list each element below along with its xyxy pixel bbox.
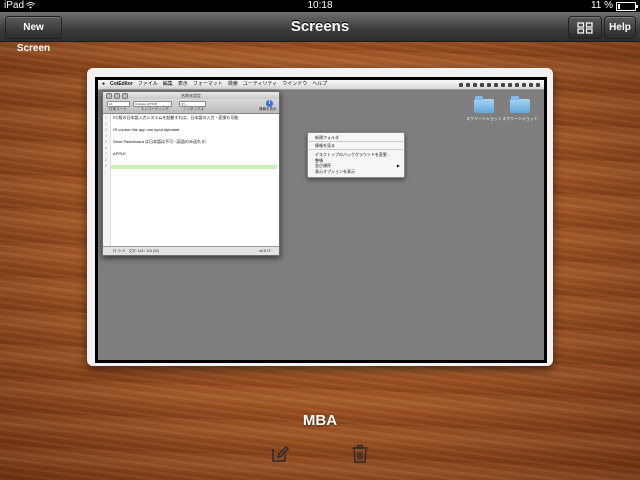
page-title: Screens	[290, 18, 350, 35]
line-number: 5	[105, 140, 107, 144]
help-button[interactable]: Help	[604, 16, 636, 39]
line-number: 3	[105, 128, 107, 132]
status-icon	[473, 82, 477, 87]
trash-icon[interactable]	[350, 444, 370, 464]
line-number: 8	[105, 158, 107, 162]
status-icon	[508, 82, 512, 87]
line-number: 2	[105, 122, 107, 126]
info-icon: i	[266, 100, 273, 107]
screen-thumbnail[interactable]: ● CotEditor ファイル 編集 表示 フォーマット 検索 ユーティリティ…	[87, 68, 553, 366]
menubar-item: 編集	[162, 81, 173, 87]
menubar-item: フォーマット	[192, 81, 223, 87]
remote-desktop: ● CotEditor ファイル 編集 表示 フォーマット 検索 ユーティリティ…	[95, 77, 547, 363]
editor-encoding: utf-8 LF	[258, 249, 271, 253]
line-number: 4	[105, 134, 107, 138]
status-icon	[515, 82, 519, 87]
line-number: 1	[105, 116, 107, 120]
status-icon	[494, 82, 498, 87]
submenu-arrow-icon: ▶	[396, 163, 400, 168]
editor-toolbar: LF Unicode (UTF-8) なし 行末コード エンコーディング シンタ…	[103, 99, 279, 114]
menubar-app-name: CotEditor	[110, 81, 133, 87]
battery-text: 11 %	[590, 0, 613, 11]
editor-position: 行: 9 / 9 文字: 118 / 118 (34)	[113, 249, 159, 253]
folder-icon	[474, 96, 494, 113]
editor-titlebar: 名称未設定	[103, 92, 279, 99]
text-line: APPLE	[113, 151, 126, 156]
menu-divider	[309, 141, 403, 142]
battery-icon	[616, 1, 638, 11]
status-icon	[466, 82, 470, 87]
mac-menubar: ● CotEditor ファイル 編集 表示 フォーマット 検索 ユーティリティ…	[98, 80, 544, 90]
current-line-highlight	[111, 165, 277, 169]
line-gutter: 1 2 3 4 5 6 7 8 9	[103, 114, 111, 246]
line-number: 7	[105, 152, 107, 156]
status-icon	[536, 82, 540, 87]
nav-bar: New Screen Screens Help	[0, 12, 640, 54]
folder-label: スクリーンショット	[466, 116, 502, 121]
screen-name: MBA	[302, 412, 338, 429]
status-icon	[459, 82, 463, 87]
editor-text-area: 1 2 3 4 5 6 7 8 9 PC版の日本語入力システムを起動すれば、日本…	[103, 114, 279, 246]
menubar-status-icons	[428, 80, 540, 89]
text-line: PC版の日本語入力システムを起動すれば、日本語の入力・変換も可能	[113, 115, 239, 120]
grid-icon	[577, 21, 593, 34]
status-icon	[529, 82, 533, 87]
context-menu-item: 表示オプションを表示	[315, 169, 355, 174]
toolbar-label: 情報を表示	[259, 107, 277, 111]
menubar-item: 表示	[177, 81, 188, 87]
menubar-item: ウインドウ	[282, 81, 308, 87]
folder-label: スクリーンショット	[502, 116, 538, 121]
editor-title: 名称未設定	[181, 93, 201, 98]
status-bar: iPad 10:18 11 %	[0, 0, 640, 12]
menubar-item: 検索	[227, 81, 238, 87]
context-menu-item: デスクトップのバックグラウンドを変更...	[315, 152, 391, 157]
menu-divider	[309, 149, 403, 150]
toolbar-label: 行末コード	[109, 107, 127, 111]
toolbar-label: シンタックス	[183, 107, 204, 111]
status-icon	[480, 82, 484, 87]
editor-status-bar: 行: 9 / 9 文字: 118 / 118 (34) utf-8 LF	[103, 246, 279, 255]
battery-fill	[618, 3, 620, 9]
text-line: Of course this app can input alphabet.	[113, 127, 181, 132]
editor-window: 名称未設定 LF Unicode (UTF-8) なし 行末コード エンコーディ…	[102, 91, 280, 256]
menubar-item: ファイル	[137, 81, 158, 87]
menubar-item: ヘルプ	[312, 81, 328, 87]
context-menu: 新規フォルダ 情報を見る デスクトップのバックグラウンドを変更... 整頓 並び…	[307, 132, 405, 178]
line-number: 6	[105, 146, 107, 150]
folder-icon	[510, 96, 530, 113]
clock: 10:18	[307, 0, 333, 11]
menubar-item: ユーティリティ	[242, 81, 278, 87]
status-icon	[487, 82, 491, 87]
grid-view-button[interactable]	[568, 16, 602, 39]
toolbar-label: エンコーディング	[141, 107, 169, 111]
text-line: Send Pasteboard は日本語は不可（英語のみ送れる）	[113, 139, 210, 144]
apple-icon: ●	[102, 81, 106, 87]
edit-icon[interactable]	[270, 444, 290, 464]
status-icon	[501, 82, 505, 87]
line-number: 9	[105, 164, 107, 168]
status-icon	[522, 82, 526, 87]
